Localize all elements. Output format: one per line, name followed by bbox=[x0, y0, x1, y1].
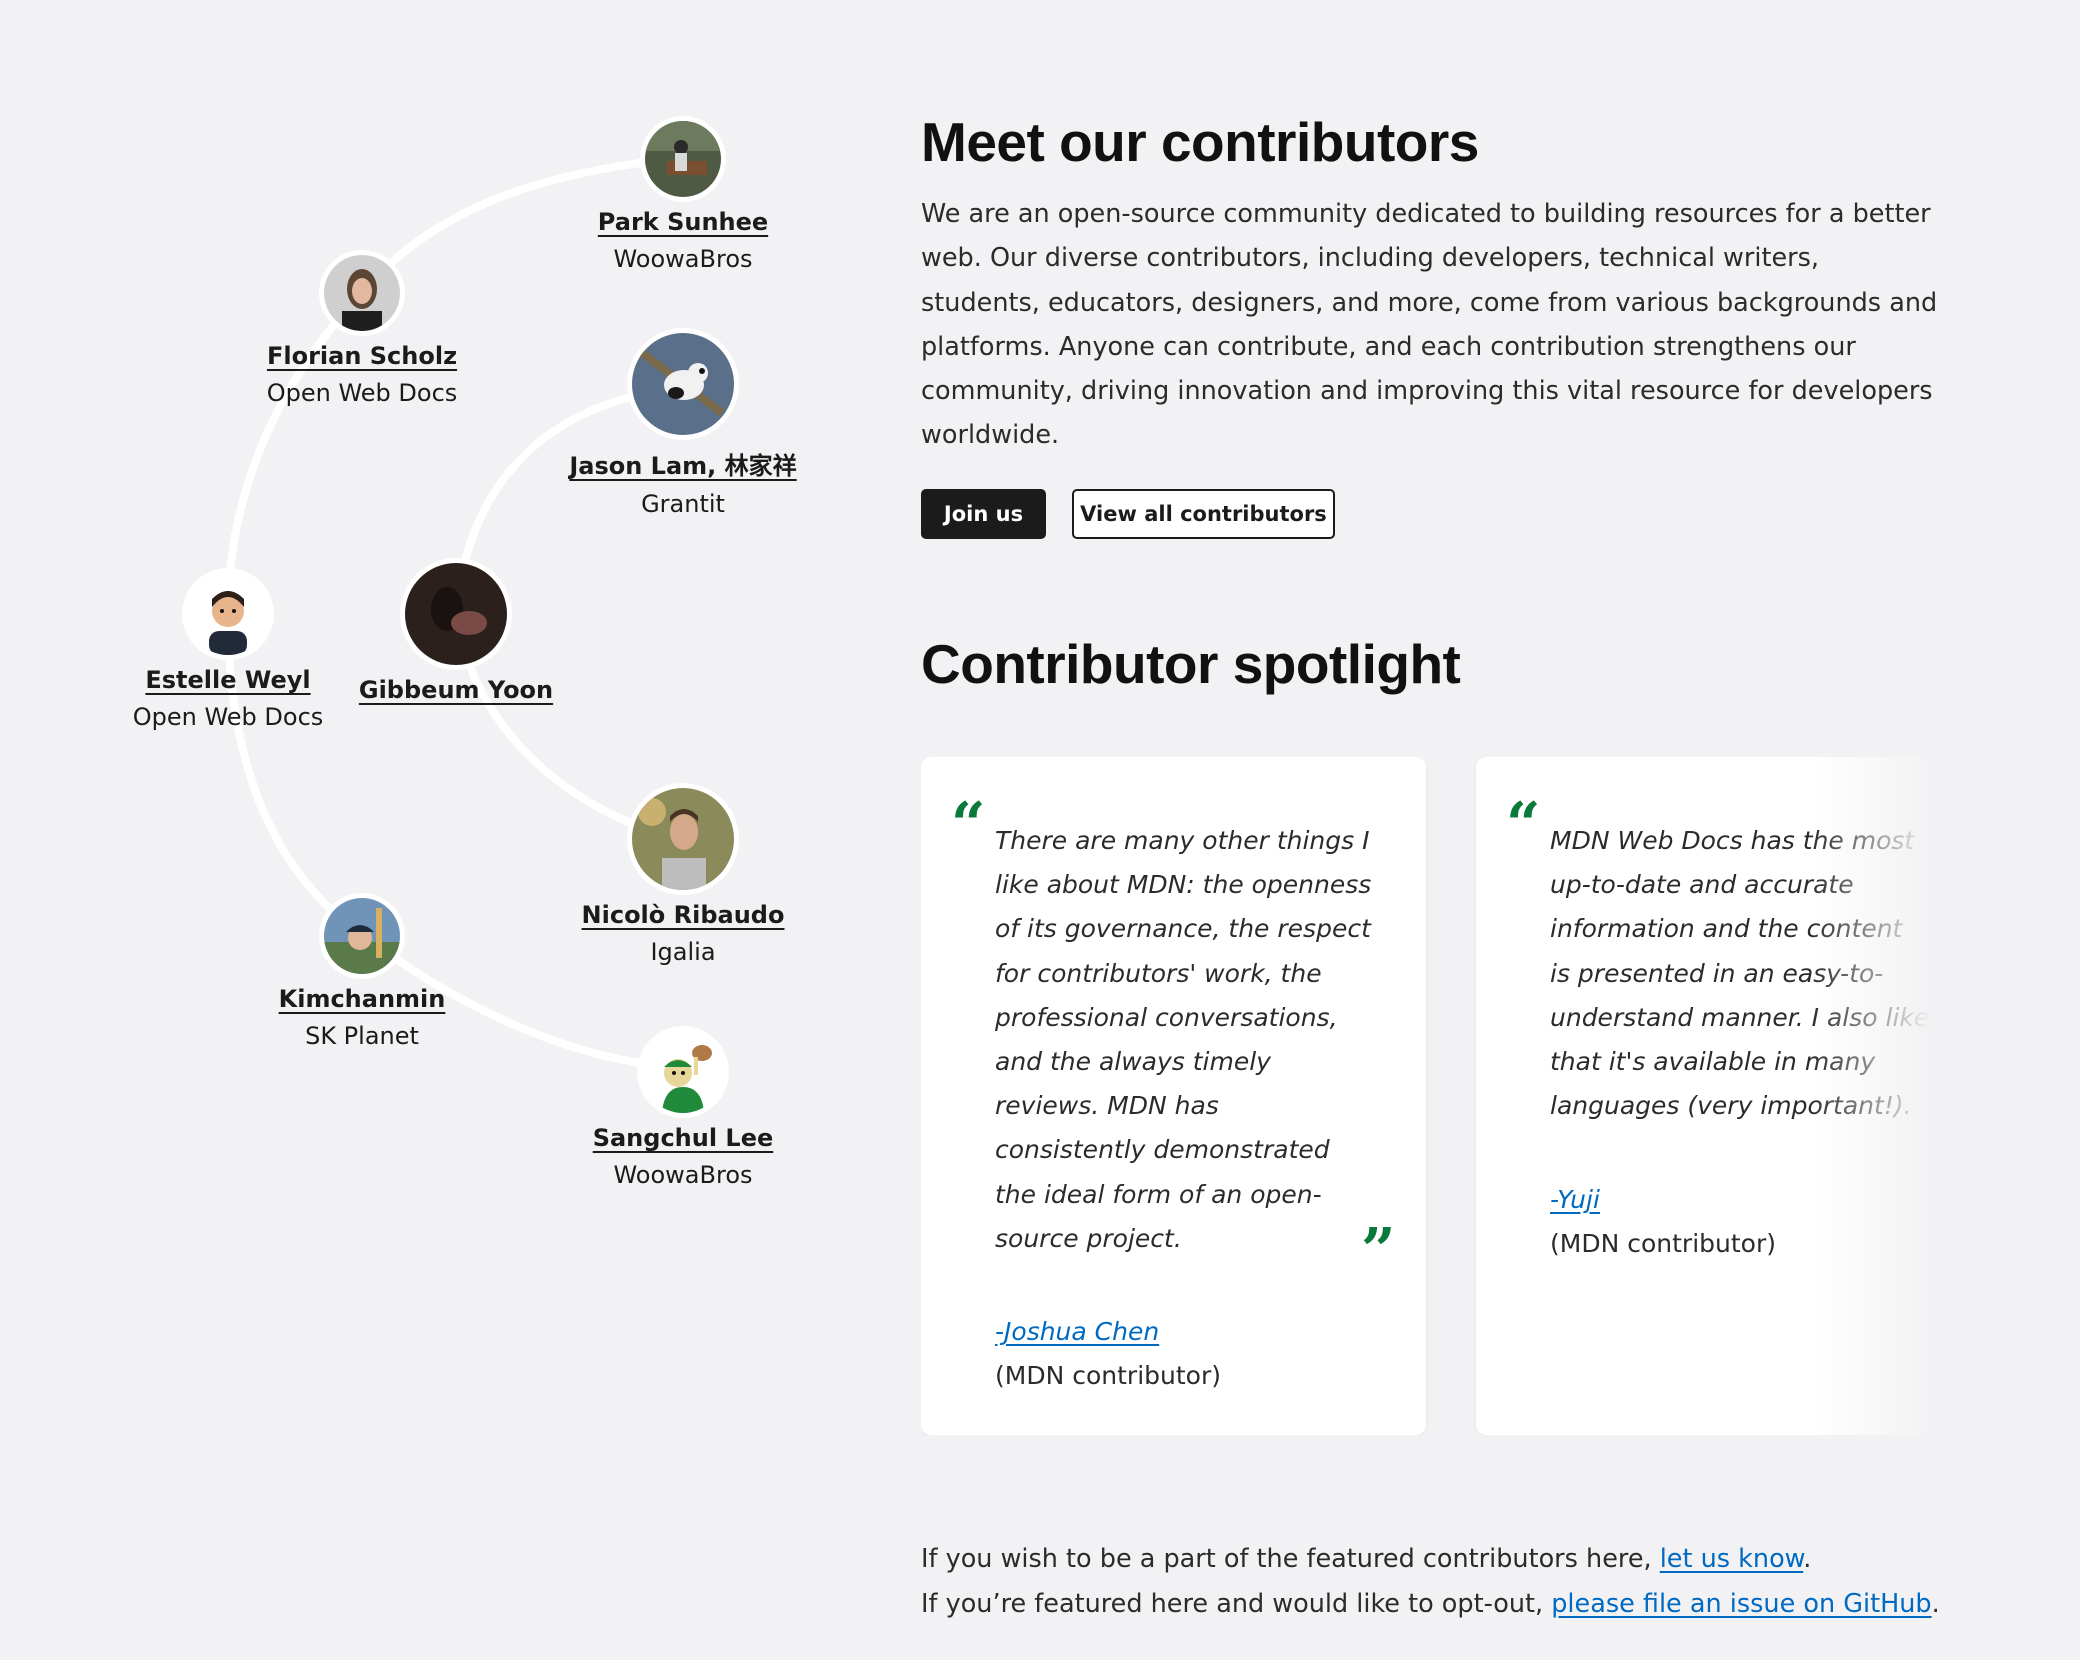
footer-line-1: If you wish to be a part of the featured… bbox=[921, 1537, 1940, 1582]
contributor-org: SK Planet bbox=[305, 1022, 419, 1050]
contributor-gibbeum-yoon: Gibbeum Yoon bbox=[296, 558, 616, 704]
featured-footer: If you wish to be a part of the featured… bbox=[921, 1537, 1940, 1627]
contributor-org: Open Web Docs bbox=[132, 703, 324, 731]
contributor-jason-lam: Jason Lam, 林家祥 Grantit bbox=[523, 328, 843, 518]
footer-line-2: If you’re featured here and would like t… bbox=[921, 1582, 1940, 1627]
spotlight-card: “ MDN Web Docs has the most up-to-date a… bbox=[1476, 757, 1931, 1435]
section-title: Meet our contributors bbox=[921, 111, 1479, 173]
footer-text: . bbox=[1803, 1544, 1812, 1574]
contributor-florian-scholz: Florian Scholz Open Web Docs bbox=[202, 250, 522, 407]
contributor-name-link[interactable]: Park Sunhee bbox=[598, 208, 768, 236]
spotlight-quote: MDN Web Docs has the most up-to-date and… bbox=[1550, 826, 1930, 1121]
file-issue-github-link[interactable]: please file an issue on GitHub bbox=[1551, 1589, 1931, 1619]
join-us-button[interactable]: Join us bbox=[921, 488, 1046, 539]
spotlight-author-link[interactable]: -Joshua Chen bbox=[995, 1317, 1159, 1346]
avatar bbox=[627, 783, 739, 895]
avatar bbox=[627, 328, 739, 440]
contributor-name-link[interactable]: Florian Scholz bbox=[267, 342, 457, 370]
contributor-park-sunhee: Park Sunhee WoowaBros bbox=[523, 116, 843, 273]
quote-open-icon: “ bbox=[951, 790, 986, 860]
avatar bbox=[182, 568, 274, 660]
avatar bbox=[400, 558, 512, 670]
avatar bbox=[640, 116, 726, 202]
footer-text: If you’re featured here and would like t… bbox=[921, 1589, 1552, 1619]
spotlight-author-role: (MDN contributor) bbox=[1550, 1229, 1776, 1258]
contributor-name-link[interactable]: Kimchanmin bbox=[279, 985, 446, 1013]
contributor-name-link[interactable]: Sangchul Lee bbox=[593, 1124, 774, 1152]
view-all-contributors-button[interactable]: View all contributors bbox=[1072, 488, 1335, 539]
contributor-name-link[interactable]: Nicolò Ribaudo bbox=[582, 901, 785, 929]
contributor-name-link[interactable]: Jason Lam, 林家祥 bbox=[569, 446, 796, 481]
contributor-kimchanmin: Kimchanmin SK Planet bbox=[202, 893, 522, 1050]
let-us-know-link[interactable]: let us know bbox=[1660, 1544, 1803, 1574]
avatar bbox=[319, 250, 405, 336]
contributor-name-link[interactable]: Estelle Weyl bbox=[145, 666, 310, 694]
spotlight-author-link[interactable]: -Yuji bbox=[1550, 1185, 1600, 1214]
contributor-org: Grantit bbox=[641, 490, 725, 518]
contributor-sangchul-lee: Sangchul Lee WoowaBros bbox=[523, 1026, 843, 1189]
spotlight-author-role: (MDN contributor) bbox=[995, 1361, 1221, 1390]
spotlight-title: Contributor spotlight bbox=[921, 633, 1461, 695]
contributor-nicolo-ribaudo: Nicolò Ribaudo Igalia bbox=[523, 783, 843, 966]
contributor-org: WoowaBros bbox=[613, 1161, 753, 1189]
contributor-org: Open Web Docs bbox=[266, 379, 458, 407]
contributor-org: Igalia bbox=[650, 938, 716, 966]
quote-close-icon: ” bbox=[1361, 1216, 1396, 1286]
spotlight-carousel: “ There are many other things I like abo… bbox=[921, 757, 1931, 1435]
contributor-org: WoowaBros bbox=[613, 245, 753, 273]
button-group: Join us View all contributors bbox=[921, 488, 1941, 539]
spotlight-card: “ There are many other things I like abo… bbox=[921, 757, 1426, 1435]
avatar bbox=[319, 893, 405, 979]
footer-text: If you wish to be a part of the featured… bbox=[921, 1544, 1660, 1574]
spotlight-quote: There are many other things I like about… bbox=[995, 826, 1372, 1253]
meet-contributors-section: Meet our contributors We are an open-sou… bbox=[921, 110, 1941, 539]
section-description: We are an open-source community dedicate… bbox=[921, 199, 1938, 451]
contributor-graph: Park Sunhee WoowaBros Florian Scholz Ope… bbox=[0, 0, 880, 1660]
quote-open-icon: “ bbox=[1506, 790, 1541, 860]
contributor-name-link[interactable]: Gibbeum Yoon bbox=[359, 676, 553, 704]
footer-text: . bbox=[1931, 1589, 1940, 1619]
avatar bbox=[637, 1026, 729, 1118]
